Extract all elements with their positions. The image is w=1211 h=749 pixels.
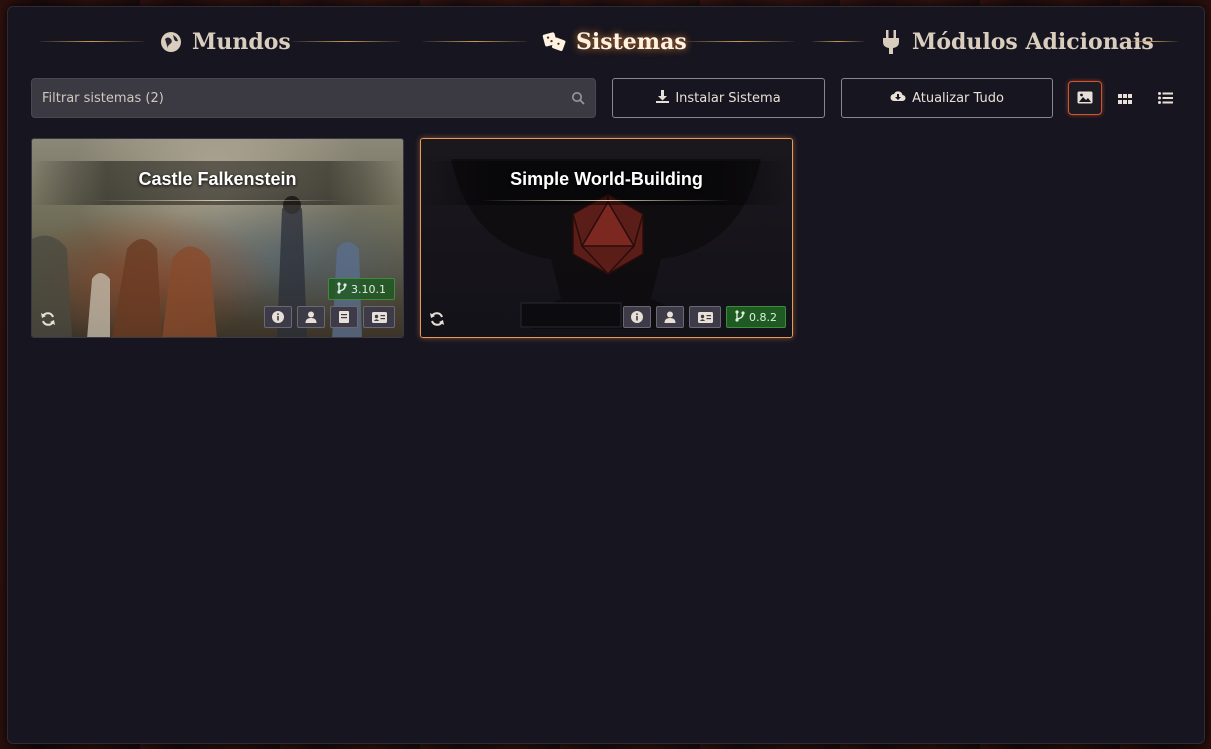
- tab-systems[interactable]: Sistemas: [542, 24, 687, 60]
- tab-worlds-label: Mundos: [192, 29, 291, 55]
- cloud-download-icon: [890, 90, 906, 106]
- download-icon: [656, 89, 670, 107]
- author-button[interactable]: [656, 306, 684, 328]
- info-button[interactable]: [623, 306, 651, 328]
- grid-view-button[interactable]: [1108, 81, 1142, 115]
- info-icon: [631, 308, 643, 327]
- version-badge: 3.10.1: [328, 278, 395, 300]
- tab-divider: [40, 41, 144, 42]
- filter-systems-input[interactable]: Filtrar sistemas (2): [31, 78, 596, 118]
- branch-icon: [337, 281, 347, 297]
- list-view-button[interactable]: [1148, 81, 1182, 115]
- title-underline: [92, 200, 343, 201]
- grid-view-icon: [1118, 89, 1132, 108]
- list-view-icon: [1157, 89, 1173, 108]
- info-icon: [272, 308, 284, 327]
- dice-icon: [542, 29, 568, 55]
- branch-icon: [735, 309, 745, 325]
- manual-button[interactable]: [330, 306, 358, 328]
- system-card[interactable]: Castle Falkenstein 3.10.1: [31, 138, 404, 338]
- globe-icon: [158, 29, 184, 55]
- system-title: Castle Falkenstein: [138, 169, 297, 189]
- image-view-icon: [1077, 89, 1093, 108]
- tab-divider: [423, 41, 527, 42]
- version-label: 0.8.2: [749, 310, 777, 324]
- manual-icon: [339, 308, 349, 327]
- filter-placeholder: Filtrar sistemas (2): [42, 90, 164, 106]
- refresh-icon[interactable]: [429, 311, 445, 327]
- version-badge: 0.8.2: [726, 306, 786, 328]
- version-label: 3.10.1: [351, 282, 386, 296]
- tab-worlds[interactable]: Mundos: [158, 24, 291, 60]
- plug-icon: [878, 29, 904, 55]
- update-all-label: Atualizar Tudo: [912, 90, 1004, 106]
- title-underline: [481, 200, 732, 201]
- id-card-icon: [371, 308, 387, 327]
- tab-divider: [684, 41, 794, 42]
- update-all-button[interactable]: Atualizar Tudo: [841, 78, 1053, 118]
- search-icon: [571, 91, 585, 105]
- author-button[interactable]: [297, 306, 325, 328]
- system-title: Simple World-Building: [510, 169, 703, 189]
- system-card[interactable]: Simple World-Building 0.8.2: [420, 138, 793, 338]
- install-system-button[interactable]: Instalar Sistema: [612, 78, 825, 118]
- id-card-button[interactable]: [363, 306, 395, 328]
- tab-modules[interactable]: Módulos Adicionais: [878, 24, 1154, 60]
- tab-bar: Mundos Sistemas Módulos Adicionais: [30, 24, 1180, 60]
- id-card-icon: [697, 308, 713, 327]
- tab-modules-label: Módulos Adicionais: [912, 29, 1154, 55]
- image-view-button[interactable]: [1068, 81, 1102, 115]
- author-icon: [305, 308, 317, 327]
- refresh-icon[interactable]: [40, 311, 56, 327]
- tab-systems-label: Sistemas: [576, 29, 687, 55]
- tab-divider: [292, 41, 400, 42]
- install-system-label: Instalar Sistema: [675, 90, 781, 106]
- id-card-button[interactable]: [689, 306, 721, 328]
- info-button[interactable]: [264, 306, 292, 328]
- author-icon: [664, 308, 676, 327]
- tab-divider: [812, 41, 864, 42]
- tab-divider: [1124, 41, 1178, 42]
